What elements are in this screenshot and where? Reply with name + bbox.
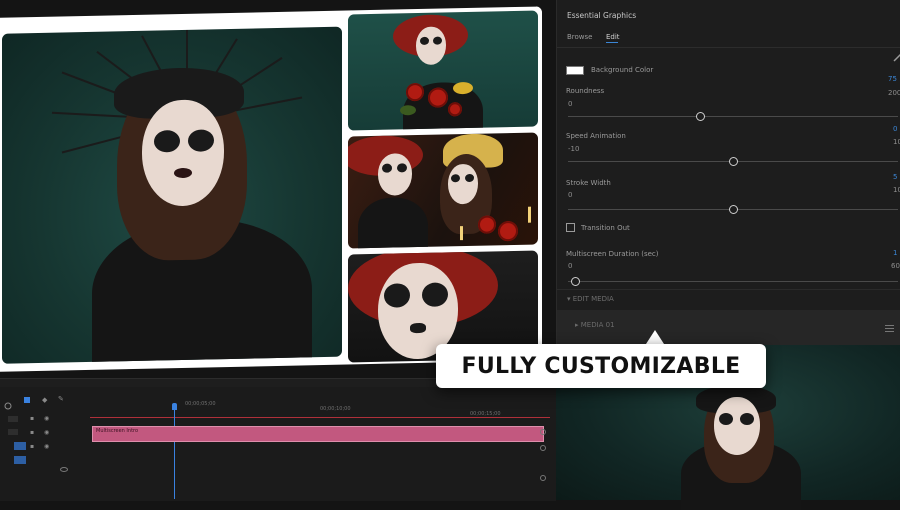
collage-cell-middle xyxy=(348,132,538,249)
stroke-width-min: 0 xyxy=(568,191,573,199)
speed-animation-label: Speed Animation xyxy=(566,132,626,140)
roundness-value[interactable]: 75 xyxy=(888,75,897,83)
speed-animation-max: 10 xyxy=(893,138,900,146)
fully-customizable-callout: FULLY CUSTOMIZABLE xyxy=(436,344,766,388)
multiscreen-duration-label: Multiscreen Duration (sec) xyxy=(566,250,659,258)
collage-cell-top xyxy=(348,10,538,131)
tab-edit-underline xyxy=(606,42,618,43)
timecode-1: 00;00;05;00 xyxy=(185,401,216,407)
work-area-bar[interactable] xyxy=(90,417,550,418)
collage-cell-main xyxy=(2,26,342,364)
tab-divider xyxy=(557,47,900,48)
media-row-header[interactable]: ▸ MEDIA 01 xyxy=(575,321,615,329)
roundness-slider-track[interactable] xyxy=(568,116,898,117)
playhead-line xyxy=(174,409,175,499)
eye-icon[interactable]: ◉ xyxy=(44,443,49,450)
multiscreen-duration-value[interactable]: 1 xyxy=(893,249,897,257)
timeline-clip[interactable]: Multiscreen Intro xyxy=(92,426,544,442)
speed-animation-min: -10 xyxy=(568,145,580,153)
multiscreen-duration-slider-handle[interactable] xyxy=(570,277,580,286)
track-a1-target[interactable] xyxy=(14,456,26,464)
transition-out-checkbox[interactable] xyxy=(566,223,575,232)
transition-out-label: Transition Out xyxy=(581,224,630,232)
roundness-label: Roundness xyxy=(566,87,605,95)
roundness-max: 200 xyxy=(888,89,900,97)
multiscreen-duration-max: 60 xyxy=(891,262,900,270)
track-headers: ▪ ◉ ▪ ◉ ▪ ◉ xyxy=(0,412,90,497)
background-color-label: Background Color xyxy=(591,66,654,74)
marker-icon[interactable]: ◆ xyxy=(42,396,47,404)
hamburger-menu-icon[interactable] xyxy=(885,325,894,332)
media-row-label: MEDIA 01 xyxy=(580,321,615,329)
track-v2-toggle[interactable] xyxy=(8,429,18,435)
lock-icon[interactable]: ▪ xyxy=(30,443,34,450)
panel-title: Essential Graphics xyxy=(567,11,637,20)
program-monitor-preview xyxy=(0,6,542,372)
stroke-width-max: 10 xyxy=(893,186,900,194)
section-divider xyxy=(557,289,900,290)
timeline-panel: ◆ ✎ 00;00;05;00 00;00;10;00 00;00;15;00 … xyxy=(0,378,556,501)
speed-animation-value[interactable]: 0 xyxy=(893,125,897,133)
track-v1-target[interactable] xyxy=(14,442,26,450)
stroke-width-value[interactable]: 5 xyxy=(893,173,897,181)
eye-icon[interactable]: ◉ xyxy=(44,415,49,422)
pen-icon[interactable] xyxy=(893,52,900,62)
tab-edit[interactable]: Edit xyxy=(606,33,620,41)
scroll-handle[interactable] xyxy=(540,445,546,451)
timecode-2: 00;00;10;00 xyxy=(320,406,351,412)
stroke-width-label: Stroke Width xyxy=(566,179,611,187)
lock-icon[interactable]: ▪ xyxy=(30,429,34,436)
multiscreen-duration-min: 0 xyxy=(568,262,573,270)
zoom-handle[interactable] xyxy=(60,467,68,472)
speed-animation-slider-handle[interactable] xyxy=(729,157,738,166)
snap-icon[interactable] xyxy=(24,397,30,403)
edit-media-label: EDIT MEDIA xyxy=(572,295,614,303)
stroke-width-slider-handle[interactable] xyxy=(729,205,738,214)
callout-pointer xyxy=(646,330,664,344)
callout-text: FULLY CUSTOMIZABLE xyxy=(461,353,741,379)
clip-label: Multiscreen Intro xyxy=(96,428,139,434)
roundness-min: 0 xyxy=(568,100,573,108)
background-color-swatch[interactable] xyxy=(566,66,584,75)
scroll-handle[interactable] xyxy=(540,475,546,481)
edit-media-section-header[interactable]: ▾ EDIT MEDIA xyxy=(567,295,614,303)
multiscreen-duration-slider-track[interactable] xyxy=(568,281,898,282)
track-v3-toggle[interactable] xyxy=(8,416,18,422)
wrench-settings-icon[interactable]: ✎ xyxy=(58,395,64,403)
essential-graphics-panel: Essential Graphics Browse Edit Backgroun… xyxy=(556,0,900,345)
scroll-handle[interactable] xyxy=(540,429,546,435)
roundness-slider-handle[interactable] xyxy=(696,112,705,121)
lock-icon[interactable]: ▪ xyxy=(30,415,34,422)
eye-icon[interactable]: ◉ xyxy=(44,429,49,436)
tab-browse[interactable]: Browse xyxy=(567,33,593,41)
